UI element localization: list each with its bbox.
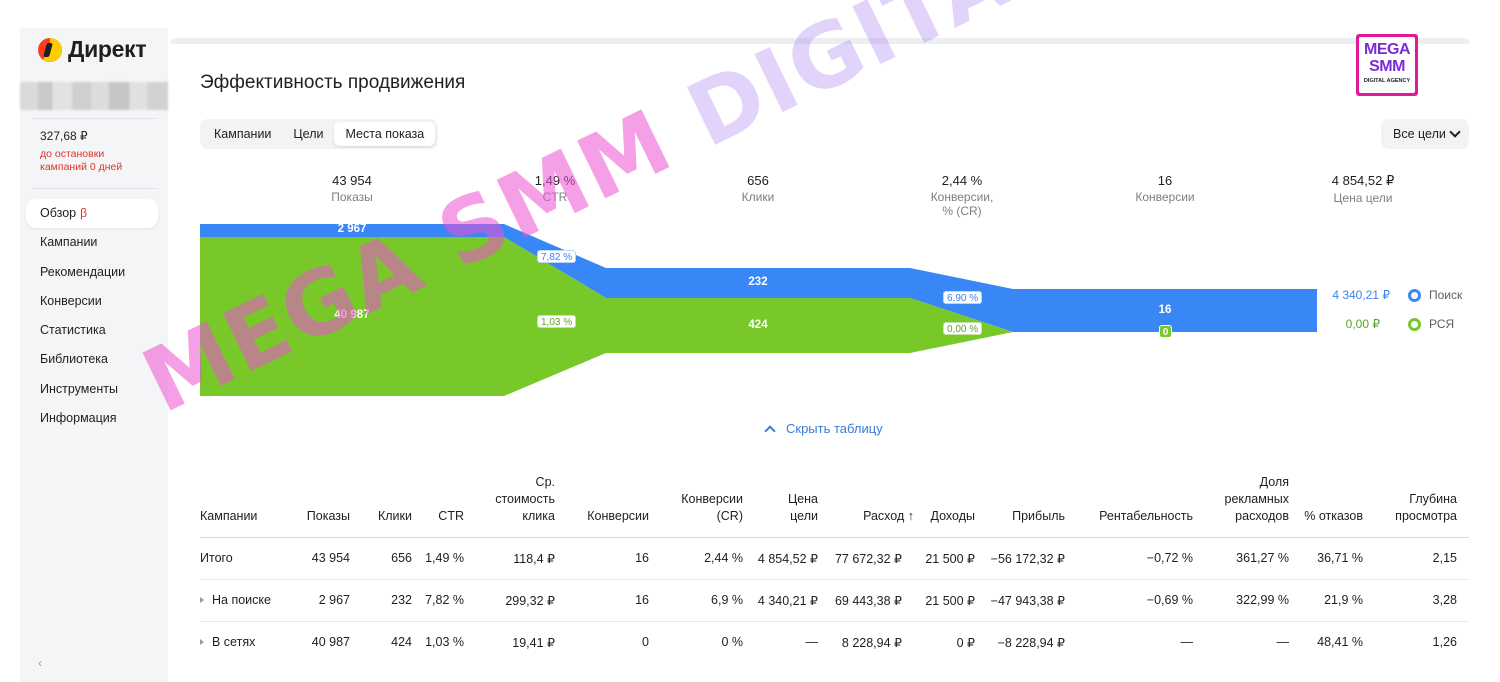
collapse-sidebar-icon[interactable]: ‹ [38,656,42,670]
col-cr[interactable]: Конверсии (CR) [663,491,743,525]
network-cr-chip: 0,00 % [943,322,983,335]
goal-select[interactable]: Все цели [1381,119,1469,149]
network-legend-label: РСЯ [1429,317,1455,331]
balance[interactable]: 327,68 ₽ [40,129,88,143]
col-conversions[interactable]: Конверсии [587,508,649,525]
chevron-down-icon [1449,126,1461,138]
col-spend[interactable]: Расход ↑ [863,508,914,525]
top-strip [170,38,1470,44]
col-avg-cpc[interactable]: Ср. стоимость клика [475,474,555,525]
balance-warning: до остановки кампаний 0 дней [40,148,123,173]
expand-row-icon[interactable] [200,596,204,603]
network-legend-icon [1408,318,1421,331]
tab-goals[interactable]: Цели [282,122,334,146]
sidebar-nav: Обзор β Кампании Рекомендации Конверсии С… [26,199,158,433]
sidebar-item-conversions[interactable]: Конверсии [26,287,158,316]
search-ctr-chip: 7,82 % [537,250,577,263]
search-legend-label: Поиск [1429,288,1463,302]
stat-goal-price: 4 854,52 ₽ Цена цели [1331,173,1395,205]
sidebar-item-info[interactable]: Информация [26,404,158,433]
app-name: Директ [68,36,147,62]
table-row-search[interactable]: На поиске 2 967 232 7,82 % 299,32 ₽ 16 6… [200,580,1469,622]
hide-table-button[interactable]: Скрыть таблицу [764,421,883,437]
search-clicks-value: 232 [748,276,768,288]
table-row-total: Итого 43 954 656 1,49 % 118,4 ₽ 16 2,44 … [200,538,1469,580]
account-name-blurred [20,82,168,110]
stat-cr: 2,44 % Конверсии, % (CR) [930,173,994,218]
col-goal-price[interactable]: Цена цели [768,491,818,525]
col-ad-spend-share[interactable]: Доля рекламных расходов [1199,474,1290,525]
logo[interactable]: Директ [38,36,147,63]
search-conversions-value: 16 [1158,304,1172,316]
divider [32,188,158,189]
tab-placements[interactable]: Места показа [334,122,436,146]
col-depth[interactable]: Глубина просмотра [1377,491,1457,525]
sidebar-item-campaigns[interactable]: Кампании [26,228,158,257]
col-revenue[interactable]: Доходы [931,508,975,525]
divider [32,118,158,119]
search-cr-chip: 6,90 % [943,291,983,304]
page-title: Эффективность продвижения [200,72,466,93]
yandex-logo-icon [38,37,62,62]
col-profitability[interactable]: Рентабельность [1099,508,1193,525]
network-impressions-value: 40 987 [334,309,370,321]
col-bounce-rate[interactable]: % отказов [1303,508,1363,525]
network-clicks-value: 424 [748,319,768,331]
beta-badge: β [80,206,88,220]
col-campaigns[interactable]: Кампании [200,508,257,525]
search-legend-icon [1408,289,1421,302]
sidebar-item-statistics[interactable]: Статистика [26,316,158,345]
table-row-network[interactable]: В сетях 40 987 424 1,03 % 19,41 ₽ 0 0 % … [200,622,1469,664]
search-goal-price: 4 340,21 ₽ [1332,288,1390,302]
col-ctr[interactable]: CTR [438,508,464,525]
stat-ctr: 1,49 % CTR [534,173,576,204]
stat-impressions: 43 954 Показы [331,173,373,204]
col-profit[interactable]: Прибыль [1012,508,1065,525]
col-impressions[interactable]: Показы [307,508,350,525]
stat-conversions: 16 Конверсии [1135,173,1195,204]
sidebar: Директ 327,68 ₽ до остановки кампаний 0 … [20,28,168,682]
network-goal-price: 0,00 ₽ [1345,317,1380,331]
table-header: Кампании Показы Клики CTR Ср. стоимость … [200,470,1469,538]
mega-smm-badge: MEGA SMM DIGITAL AGENCY [1356,34,1418,96]
view-tabs: Кампании Цели Места показа [200,119,439,149]
network-ctr-chip: 1,03 % [537,315,577,328]
sidebar-item-recommendations[interactable]: Рекомендации [26,258,158,287]
sidebar-item-overview[interactable]: Обзор β [26,199,158,229]
expand-row-icon[interactable] [200,638,204,645]
col-clicks[interactable]: Клики [378,508,412,525]
chevron-up-icon [764,424,776,437]
search-impressions-value: 2 967 [337,223,367,235]
sidebar-item-tools[interactable]: Инструменты [26,375,158,404]
tab-campaigns[interactable]: Кампании [203,122,282,146]
sidebar-item-library[interactable]: Библиотека [26,345,158,374]
network-conversions-chip: 0 [1159,325,1172,338]
stat-clicks: 656 Клики [741,173,775,204]
